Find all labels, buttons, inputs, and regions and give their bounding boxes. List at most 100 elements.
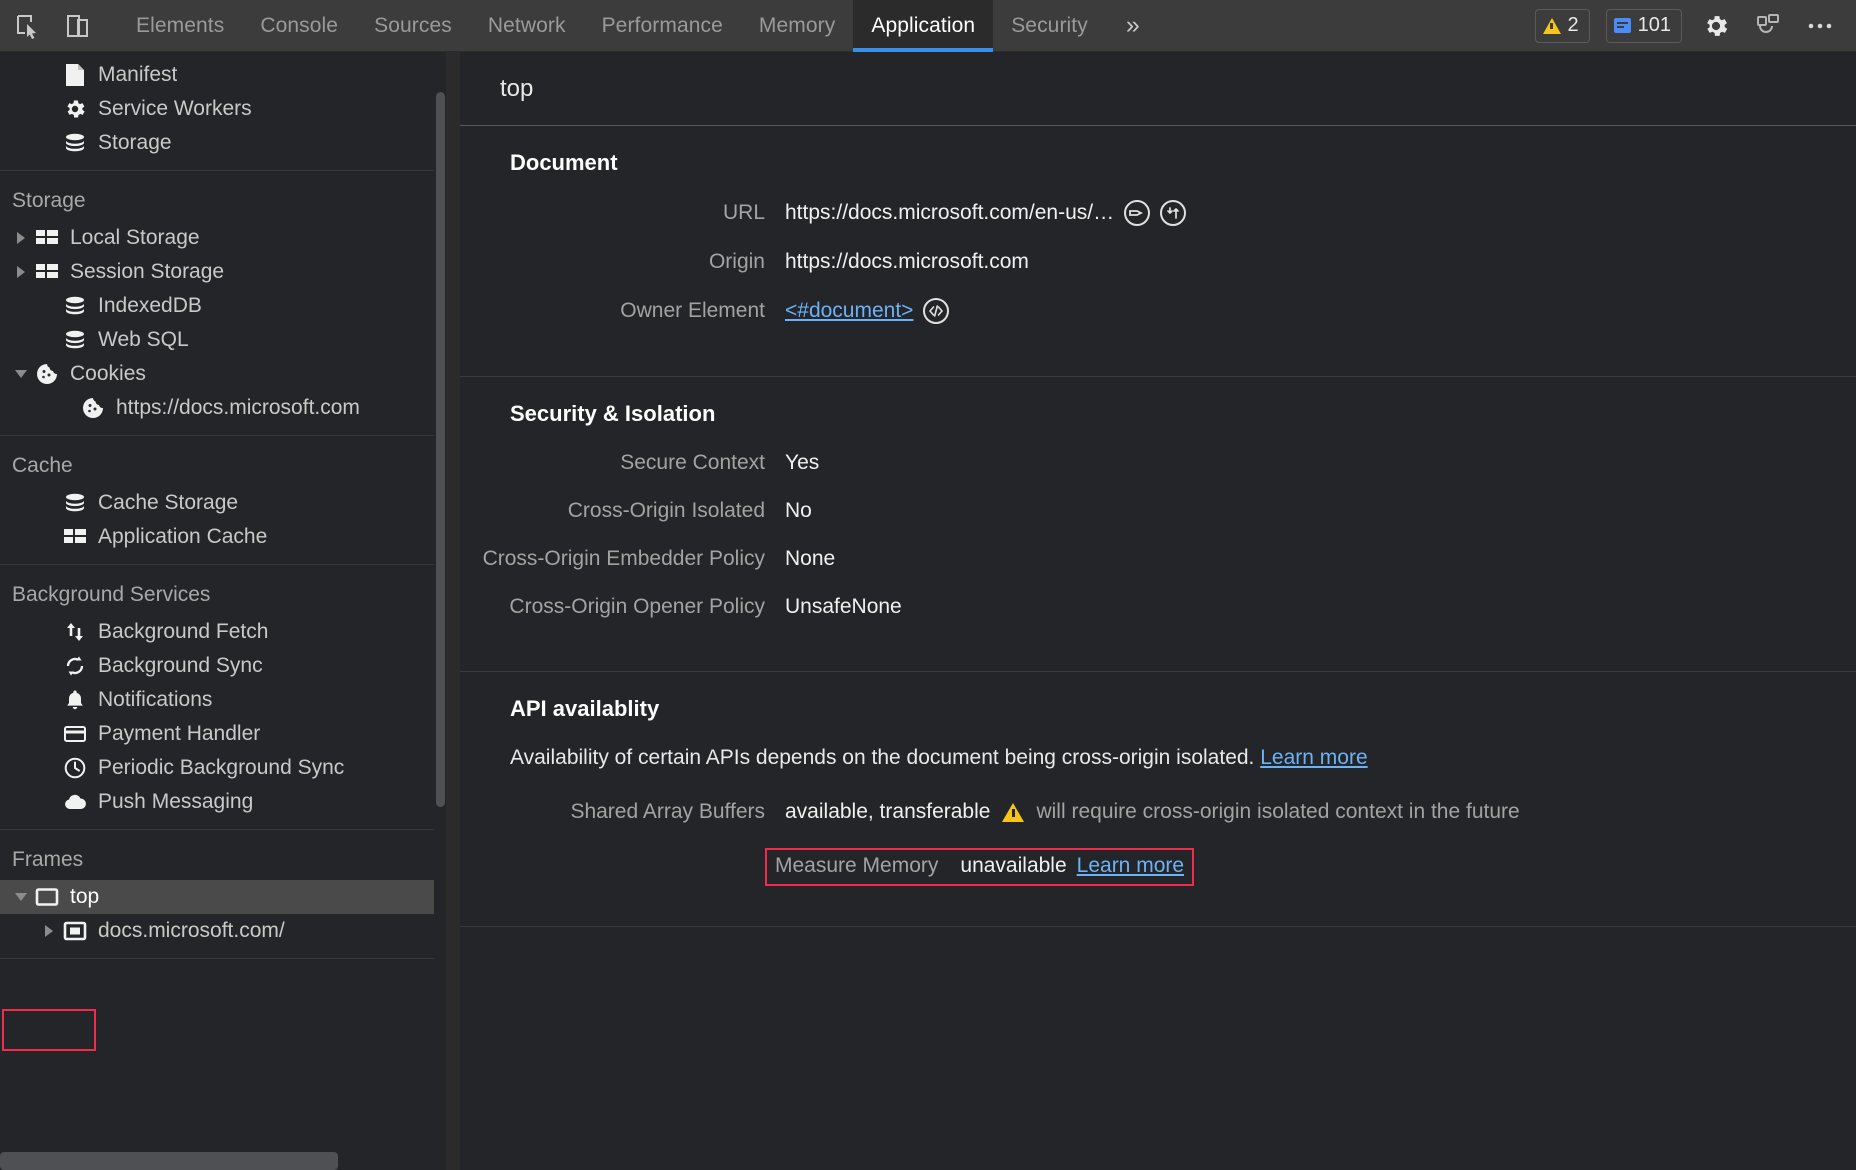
sidebar-item-manifest[interactable]: Manifest	[0, 58, 434, 92]
sidebar-item-payment-handler[interactable]: Payment Handler	[0, 717, 434, 751]
application-sidebar[interactable]: Manifest Service Workers Storage Storage…	[0, 52, 434, 1170]
settings-button[interactable]	[1698, 8, 1734, 44]
reveal-in-elements-icon[interactable]	[923, 298, 950, 324]
frame-icon	[34, 884, 60, 910]
chevron-right-icon[interactable]	[40, 925, 58, 937]
row-value: No	[785, 499, 812, 522]
sidebar-item-frame-docs-microsoft[interactable]: docs.microsoft.com/	[0, 914, 434, 948]
sidebar-horizontal-scrollbar-thumb[interactable]	[0, 1152, 338, 1170]
measure-memory-learn-more-link[interactable]: Learn more	[1077, 854, 1184, 878]
more-tabs-button[interactable]: »	[1106, 0, 1160, 52]
database-icon	[62, 130, 88, 156]
table-grid-icon	[34, 259, 60, 285]
sidebar-item-background-sync[interactable]: Background Sync	[0, 649, 434, 683]
vertical-splitter[interactable]	[446, 52, 460, 1170]
tab-elements[interactable]: Elements	[118, 0, 242, 52]
sidebar-item-session-storage[interactable]: Session Storage	[0, 255, 434, 289]
section-title: Security & Isolation	[510, 401, 716, 426]
sidebar-group-background-services: Background Services Background Fetch Bac…	[0, 565, 434, 830]
row-shared-array-buffers: Shared Array Buffers available, transfer…	[460, 800, 1856, 824]
open-in-new-tab-icon[interactable]	[1160, 200, 1187, 226]
sidebar-item-label: Cookies	[70, 362, 146, 385]
tab-network[interactable]: Network	[470, 0, 584, 52]
tab-label: Console	[260, 13, 339, 37]
sidebar-item-indexeddb[interactable]: IndexedDB	[0, 289, 434, 323]
sidebar-item-cookie-domain[interactable]: https://docs.microsoft.com	[0, 391, 434, 425]
chevron-down-icon[interactable]	[12, 893, 30, 901]
device-toolbar-button[interactable]	[60, 8, 96, 44]
owner-element-link[interactable]: <#document>	[785, 299, 913, 323]
tab-application[interactable]: Application	[853, 0, 994, 52]
cloud-icon	[62, 789, 88, 815]
sidebar-scrollbar-track[interactable]	[434, 52, 446, 1170]
sidebar-item-background-fetch[interactable]: Background Fetch	[0, 615, 434, 649]
more-options-button[interactable]	[1802, 8, 1838, 44]
toolbar-left-icons	[0, 8, 96, 44]
sidebar-item-local-storage[interactable]: Local Storage	[0, 221, 434, 255]
sidebar-item-notifications[interactable]: Notifications	[0, 683, 434, 717]
sidebar-group-cache: Cache Cache Storage Application Cache	[0, 436, 434, 565]
api-description-learn-more-link[interactable]: Learn more	[1260, 746, 1367, 769]
chevron-down-icon[interactable]	[12, 370, 30, 378]
tab-console[interactable]: Console	[242, 0, 356, 52]
table-grid-icon	[34, 225, 60, 251]
up-down-arrows-icon	[62, 619, 88, 645]
sidebar-item-cache-storage[interactable]: Cache Storage	[0, 486, 434, 520]
sidebar-item-frame-top[interactable]: top	[0, 880, 434, 914]
row-value-group: available, transferable will require cro…	[785, 800, 1520, 824]
warning-count-button[interactable]: 2	[1534, 8, 1590, 43]
message-count-button[interactable]: 101	[1605, 8, 1682, 43]
dock-position-button[interactable]	[1750, 8, 1786, 44]
tab-label: Network	[487, 13, 566, 37]
warning-triangle-icon	[1002, 802, 1025, 822]
message-count-label: 101	[1637, 14, 1671, 36]
sidebar-item-label: docs.microsoft.com/	[98, 919, 285, 942]
row-value: UnsafeNone	[785, 595, 902, 618]
chevron-double-right-icon: »	[1125, 11, 1140, 39]
row-key: URL	[722, 201, 765, 224]
sidebar-item-label: IndexedDB	[98, 294, 202, 317]
tab-label: Elements	[136, 13, 225, 37]
section-document: Document URL https://docs.microsoft.com/…	[460, 126, 1856, 377]
sidebar-item-label: Local Storage	[70, 226, 200, 249]
sidebar-item-web-sql[interactable]: Web SQL	[0, 323, 434, 357]
sidebar-group-title: Storage	[12, 189, 86, 212]
tab-label: Performance	[601, 13, 723, 37]
section-title: API availablity	[510, 696, 660, 721]
sidebar-group-title-frames: Frames	[12, 848, 84, 871]
chevron-right-icon[interactable]	[12, 232, 30, 244]
sidebar-item-label: Periodic Background Sync	[98, 756, 345, 779]
sidebar-item-label: Payment Handler	[98, 722, 261, 745]
more-options-icon	[1808, 23, 1832, 28]
table-grid-icon	[62, 524, 88, 550]
row-key: Cross-Origin Opener Policy	[509, 595, 765, 618]
chevron-right-icon[interactable]	[12, 266, 30, 278]
row-origin: Origin https://docs.microsoft.com	[460, 250, 1856, 274]
tab-security[interactable]: Security	[993, 0, 1106, 52]
clock-icon	[62, 755, 88, 781]
credit-card-icon	[62, 721, 88, 747]
show-request-icon[interactable]	[1124, 200, 1151, 226]
sidebar-group-application: Manifest Service Workers Storage	[0, 52, 434, 171]
row-key: Cross-Origin Embedder Policy	[482, 547, 765, 570]
sidebar-horizontal-scrollbar-track[interactable]	[0, 1152, 434, 1170]
sidebar-item-label: Push Messaging	[98, 790, 254, 813]
api-description-text: Availability of certain APIs depends on …	[510, 746, 1255, 769]
inspect-element-button[interactable]	[10, 8, 46, 44]
tab-performance[interactable]: Performance	[584, 0, 741, 52]
sidebar-item-push-messaging[interactable]: Push Messaging	[0, 785, 434, 819]
dock-position-icon	[1757, 13, 1779, 33]
sidebar-item-cookies[interactable]: Cookies	[0, 357, 434, 391]
sidebar-item-storage-overview[interactable]: Storage	[0, 126, 434, 160]
database-icon	[62, 327, 88, 353]
sidebar-group-title: Cache	[12, 454, 73, 477]
sidebar-item-service-workers[interactable]: Service Workers	[0, 92, 434, 126]
sidebar-item-application-cache[interactable]: Application Cache	[0, 520, 434, 554]
sidebar-item-periodic-background-sync[interactable]: Periodic Background Sync	[0, 751, 434, 785]
panel-tabs: Elements Console Sources Network Perform…	[118, 0, 1160, 52]
manifest-document-icon	[62, 62, 88, 88]
tab-sources[interactable]: Sources	[356, 0, 470, 52]
tab-memory[interactable]: Memory	[741, 0, 853, 52]
sidebar-item-label: Storage	[98, 131, 172, 154]
sidebar-scrollbar-thumb[interactable]	[436, 92, 445, 807]
